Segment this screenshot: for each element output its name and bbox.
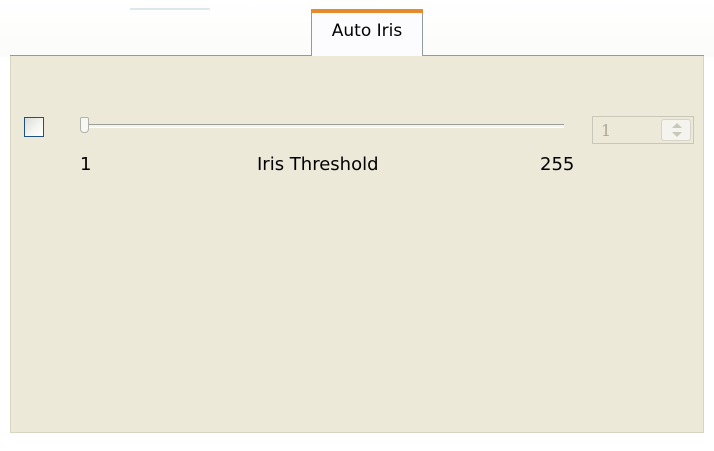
spin-down-icon[interactable] [672, 132, 682, 137]
slider-max-label: 255 [540, 154, 575, 175]
tab-label: Auto Iris [331, 21, 403, 41]
tab-strip-highlight [130, 8, 210, 10]
spinbox-buttons[interactable] [661, 119, 691, 141]
auto-iris-panel [10, 56, 704, 433]
iris-threshold-spinbox[interactable]: 1 [592, 116, 694, 144]
spinbox-value: 1 [601, 121, 612, 140]
tab-auto-iris[interactable]: Auto Iris [311, 9, 423, 56]
enable-auto-iris-checkbox[interactable] [24, 117, 44, 137]
tab-strip: Auto Iris [0, 0, 714, 57]
iris-threshold-slider-track[interactable] [84, 124, 564, 128]
iris-threshold-slider-thumb[interactable] [80, 117, 89, 133]
iris-threshold-label: Iris Threshold [257, 154, 379, 175]
slider-min-label: 1 [80, 154, 92, 175]
spin-up-icon[interactable] [672, 123, 682, 128]
tab-active-indicator [311, 9, 423, 13]
window: Auto Iris 1 Iris Threshold 255 1 [0, 0, 714, 451]
